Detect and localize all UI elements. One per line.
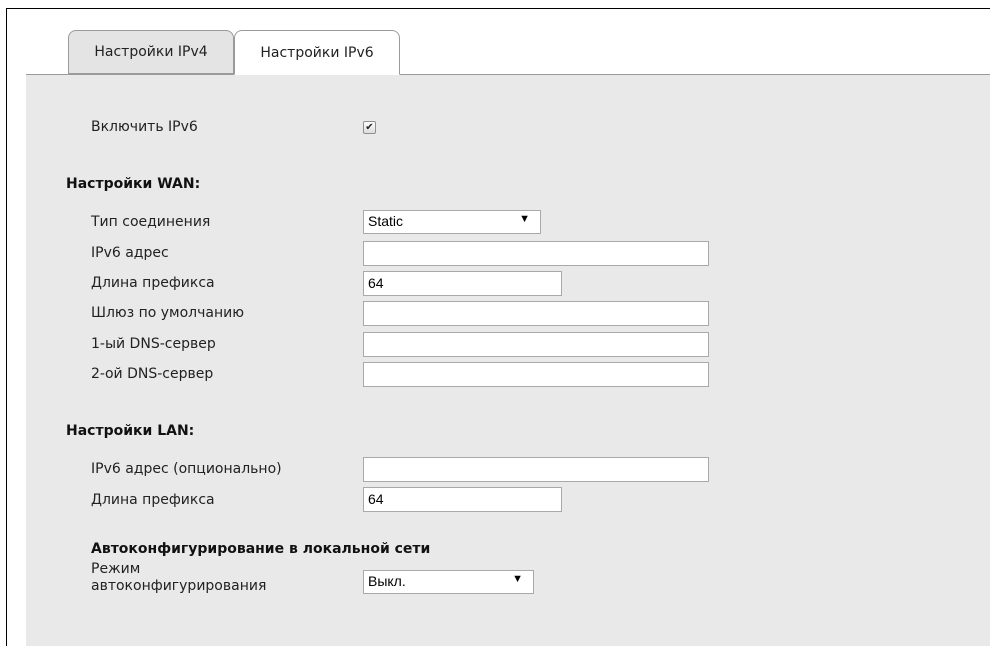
default-gateway-label: Шлюз по умолчанию xyxy=(91,305,245,321)
wan-prefix-length-label: Длина префикса xyxy=(91,275,215,291)
connection-type-value: Static xyxy=(368,213,404,229)
lan-prefix-length-value: 64 xyxy=(368,491,384,507)
enable-ipv6-label: Включить IPv6 xyxy=(91,119,198,135)
autoconf-mode-value: Выкл. xyxy=(368,573,406,589)
autoconf-mode-select[interactable]: Выкл. ▼ xyxy=(363,570,534,594)
tab-ipv6-settings[interactable]: Настройки IPv6 xyxy=(234,30,400,75)
wan-section-title: Настройки WAN: xyxy=(66,176,201,192)
chevron-down-icon: ▼ xyxy=(519,213,530,225)
autoconf-mode-label-line2: автоконфигурирования xyxy=(91,578,267,594)
wan-prefix-length-input[interactable]: 64 xyxy=(363,271,562,296)
wan-prefix-length-value: 64 xyxy=(368,275,384,291)
frame-border-top xyxy=(6,8,990,9)
autoconf-mode-label-line1: Режим xyxy=(91,561,141,577)
autoconf-section-title: Автоконфигурирование в локальной сети xyxy=(91,541,431,557)
connection-type-label: Тип соединения xyxy=(91,214,211,230)
default-gateway-input[interactable] xyxy=(363,301,709,326)
dns1-label: 1-ый DNS-сервер xyxy=(91,336,216,352)
tab-ipv4-settings[interactable]: Настройки IPv4 xyxy=(68,30,234,74)
chevron-down-icon: ▼ xyxy=(512,573,523,585)
dns2-label: 2-ой DNS-сервер xyxy=(91,366,214,382)
enable-ipv6-checkbox[interactable]: ✔ xyxy=(363,121,376,134)
lan-ipv6-address-input[interactable] xyxy=(363,457,709,482)
lan-prefix-length-label: Длина префикса xyxy=(91,492,215,508)
lan-ipv6-address-label: IPv6 адрес (опционально) xyxy=(91,461,282,477)
connection-type-select[interactable]: Static ▼ xyxy=(363,210,541,234)
ipv6-settings-panel: Включить IPv6 ✔ Настройки WAN: Тип соеди… xyxy=(26,75,990,646)
frame-border-left xyxy=(6,8,7,646)
checkmark-icon: ✔ xyxy=(365,122,374,133)
dns2-input[interactable] xyxy=(363,362,709,387)
lan-section-title: Настройки LAN: xyxy=(66,423,195,439)
wan-ipv6-address-label: IPv6 адрес xyxy=(91,245,169,261)
tab-ipv4-label: Настройки IPv4 xyxy=(94,44,208,60)
tab-bar: Настройки IPv4 Настройки IPv6 xyxy=(26,30,990,75)
tab-ipv6-label: Настройки IPv6 xyxy=(260,44,374,61)
lan-prefix-length-input[interactable]: 64 xyxy=(363,487,562,512)
dns1-input[interactable] xyxy=(363,332,709,357)
wan-ipv6-address-input[interactable] xyxy=(363,241,709,266)
